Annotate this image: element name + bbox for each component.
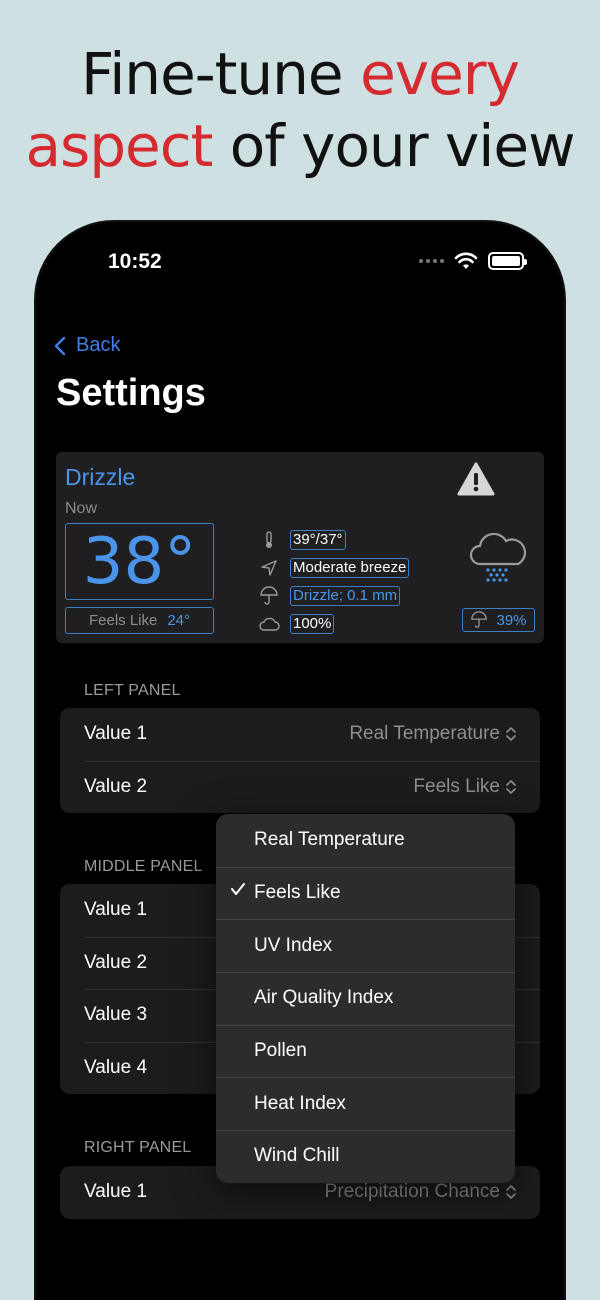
menu-item-wind-chill[interactable]: Wind Chill (216, 1130, 515, 1183)
chevron-up-down-icon (506, 779, 516, 794)
menu-item-real-temperature[interactable]: Real Temperature (216, 814, 515, 867)
back-label: Back (76, 334, 121, 356)
selector-value: Precipitation Chance (324, 1181, 500, 1203)
left-value1-row[interactable]: Value 1 Real Temperature (60, 708, 540, 761)
cloud-icon (259, 617, 280, 631)
row-label: Value 1 (84, 1181, 148, 1203)
selector-value: Real Temperature (349, 723, 500, 745)
umbrella-icon (471, 611, 488, 628)
headline-line2-plain: of your view (212, 112, 576, 180)
menu-item-uv-index[interactable]: UV Index (216, 919, 515, 972)
condition-label: Drizzle (65, 464, 136, 490)
feels-like-label: Feels Like (88, 612, 158, 629)
weather-details: 39°/37° Moderate breeze Drizzle; 0.1 mm … (256, 526, 410, 638)
row-label: Value 2 (84, 775, 148, 797)
row-label: Value 2 (84, 951, 148, 973)
right-panel-label: RIGHT PANEL (84, 1139, 192, 1156)
middle-panel-label: MIDDLE PANEL (84, 858, 203, 875)
checkmark-icon (231, 882, 245, 895)
detail-row: 39°/37° (256, 526, 409, 554)
menu-item-label: Pollen (254, 1040, 307, 1062)
value-selector[interactable]: Feels Like (413, 776, 516, 798)
menu-item-feels-like[interactable]: Feels Like (216, 866, 515, 920)
chevron-up-down-icon (506, 727, 516, 742)
row-label: Value 4 (84, 1056, 148, 1078)
feels-like-value: 24° (167, 612, 191, 629)
detail-row: 100% (256, 610, 409, 638)
chevron-up-down-icon (506, 1185, 516, 1200)
menu-item-label: UV Index (254, 934, 333, 956)
row-label: Value 1 (84, 899, 148, 921)
phone-screen: 10:52 Back Settings Drizzle Now 38° Feel… (36, 222, 564, 1300)
umbrella-icon (260, 586, 278, 605)
value-selector[interactable]: Precipitation Chance (325, 1181, 516, 1203)
detail-value: Moderate breeze (290, 558, 410, 578)
menu-item-label: Air Quality Index (254, 987, 394, 1009)
wifi-icon (454, 252, 478, 269)
detail-value: 39°/37° (290, 530, 346, 550)
battery-icon (488, 252, 527, 270)
precip-chance-box: 39% (462, 608, 535, 632)
temperature-value: 38° (65, 523, 214, 600)
promo-headline: Fine-tune every aspect of your view (0, 38, 600, 182)
feels-like-box: Feels Like 24° (65, 607, 214, 634)
menu-item-label: Real Temperature (254, 829, 405, 851)
menu-item-label: Feels Like (254, 882, 341, 904)
status-time: 10:52 (108, 250, 162, 273)
menu-item-pollen[interactable]: Pollen (216, 1024, 515, 1078)
row-label: Value 3 (84, 1004, 148, 1026)
left-value2-row[interactable]: Value 2 Feels Like (60, 760, 540, 814)
status-icons (419, 252, 527, 270)
detail-row: Drizzle; 0.1 mm (256, 582, 409, 610)
headline-line1-accent: every (360, 40, 520, 108)
location-arrow-icon (261, 560, 277, 576)
menu-item-label: Wind Chill (254, 1145, 340, 1167)
selector-value: Feels Like (413, 775, 500, 797)
time-label: Now (65, 500, 98, 517)
row-label: Value 1 (84, 723, 148, 745)
drizzle-cloud-icon (469, 532, 527, 582)
menu-item-air-quality-index[interactable]: Air Quality Index (216, 972, 515, 1025)
detail-value: Drizzle; 0.1 mm (290, 586, 401, 606)
precip-chance-value: 39% (496, 611, 527, 629)
chevron-left-icon (54, 336, 66, 355)
value-selector[interactable]: Real Temperature (349, 723, 516, 745)
back-button[interactable]: Back (54, 334, 120, 357)
headline-line1-plain: Fine-tune (81, 40, 361, 108)
weather-widget-preview: Drizzle Now 38° Feels Like 24° 39°/37° M… (56, 452, 544, 643)
left-panel-label: LEFT PANEL (84, 682, 181, 699)
thermometer-icon (266, 531, 272, 548)
detail-row: Moderate breeze (256, 554, 410, 582)
left-panel-group: Value 1 Real Temperature Value 2 Feels L… (60, 708, 540, 813)
headline-line2-accent: aspect (25, 112, 213, 180)
menu-item-label: Heat Index (254, 1092, 346, 1114)
value-dropdown-menu: Real Temperature Feels Like UV Index Air… (216, 814, 515, 1183)
warning-icon (457, 462, 495, 496)
page-title: Settings (56, 372, 206, 414)
menu-item-heat-index[interactable]: Heat Index (216, 1077, 515, 1130)
detail-value: 100% (290, 614, 335, 634)
cellular-dots-icon (419, 259, 444, 263)
